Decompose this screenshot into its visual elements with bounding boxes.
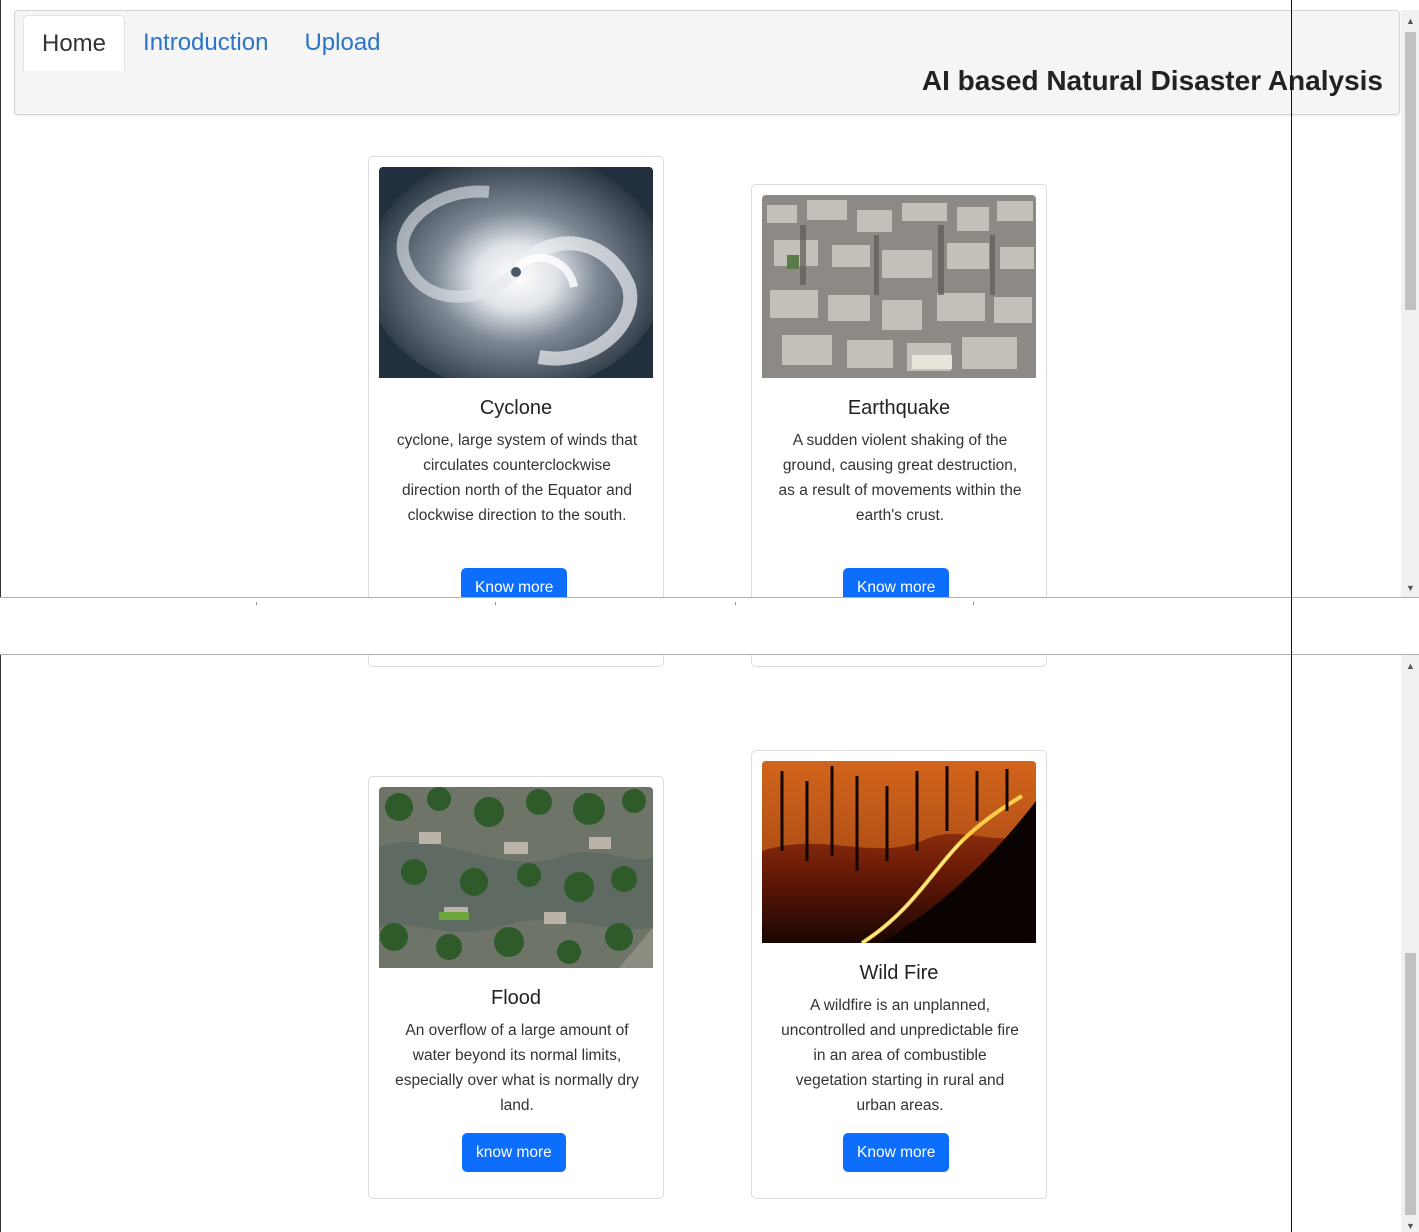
know-more-cyclone-button[interactable]: Know more xyxy=(461,568,568,597)
know-more-wildfire-button[interactable]: Know more xyxy=(843,1133,950,1172)
tab-introduction[interactable]: Introduction xyxy=(125,15,286,71)
flood-aerial-image xyxy=(379,787,653,968)
cyclone-satellite-image xyxy=(379,167,653,378)
divider-tick xyxy=(735,602,736,605)
scrollbar-top[interactable]: ▲ ▼ xyxy=(1401,10,1419,597)
screenshot-gap xyxy=(0,597,1419,655)
top-screen-pane: Home Introduction Upload AI based Natura… xyxy=(0,0,1419,597)
scroll-down-icon[interactable]: ▼ xyxy=(1401,579,1419,596)
card-cyclone: Cyclone cyclone, large system of winds t… xyxy=(368,156,664,597)
page-title: AI based Natural Disaster Analysis xyxy=(921,65,1383,96)
card-title: Flood xyxy=(490,987,542,1009)
divider-tick xyxy=(256,602,257,605)
scrollbar-bottom[interactable]: ▲ ▼ xyxy=(1401,655,1419,1232)
card-cyclone-bottom xyxy=(368,655,664,667)
scroll-thumb[interactable] xyxy=(1405,953,1416,1215)
navbar: Home Introduction Upload AI based Natura… xyxy=(14,10,1400,115)
scroll-down-icon[interactable]: ▼ xyxy=(1401,1217,1419,1232)
card-earthquake-bottom xyxy=(751,655,1047,667)
card-title: Cyclone xyxy=(479,397,553,419)
wildfire-forest-image xyxy=(762,761,1036,943)
overlay-divider-line xyxy=(1291,0,1292,1232)
know-more-earthquake-button[interactable]: Know more xyxy=(843,568,950,597)
scroll-up-icon[interactable]: ▲ xyxy=(1401,657,1419,674)
card-text: A sudden violent shaking of the ground, … xyxy=(778,432,1022,524)
card-title: Earthquake xyxy=(847,397,951,419)
nav-tabs: Home Introduction Upload xyxy=(23,15,399,71)
card-text: A wildfire is an unplanned, uncontrolled… xyxy=(781,997,1019,1114)
earthquake-rubble-image xyxy=(762,195,1036,378)
tab-upload[interactable]: Upload xyxy=(286,15,398,71)
card-text: An overflow of a large amount of water b… xyxy=(395,1022,639,1114)
card-text: cyclone, large system of winds that circ… xyxy=(396,432,638,524)
card-title: Wild Fire xyxy=(859,962,939,984)
scroll-up-icon[interactable]: ▲ xyxy=(1401,12,1419,29)
tab-home[interactable]: Home xyxy=(23,15,126,71)
divider-tick xyxy=(495,602,496,605)
bottom-screen-pane: Flood An overflow of a large amount of w… xyxy=(0,655,1419,1232)
card-earthquake: Earthquake A sudden violent shaking of t… xyxy=(751,184,1047,597)
card-flood: Flood An overflow of a large amount of w… xyxy=(368,776,664,1199)
know-more-flood-button[interactable]: know more xyxy=(462,1133,566,1172)
card-wildfire: Wild Fire A wildfire is an unplanned, un… xyxy=(751,750,1047,1199)
divider-tick xyxy=(973,602,974,605)
scroll-thumb[interactable] xyxy=(1405,32,1416,310)
